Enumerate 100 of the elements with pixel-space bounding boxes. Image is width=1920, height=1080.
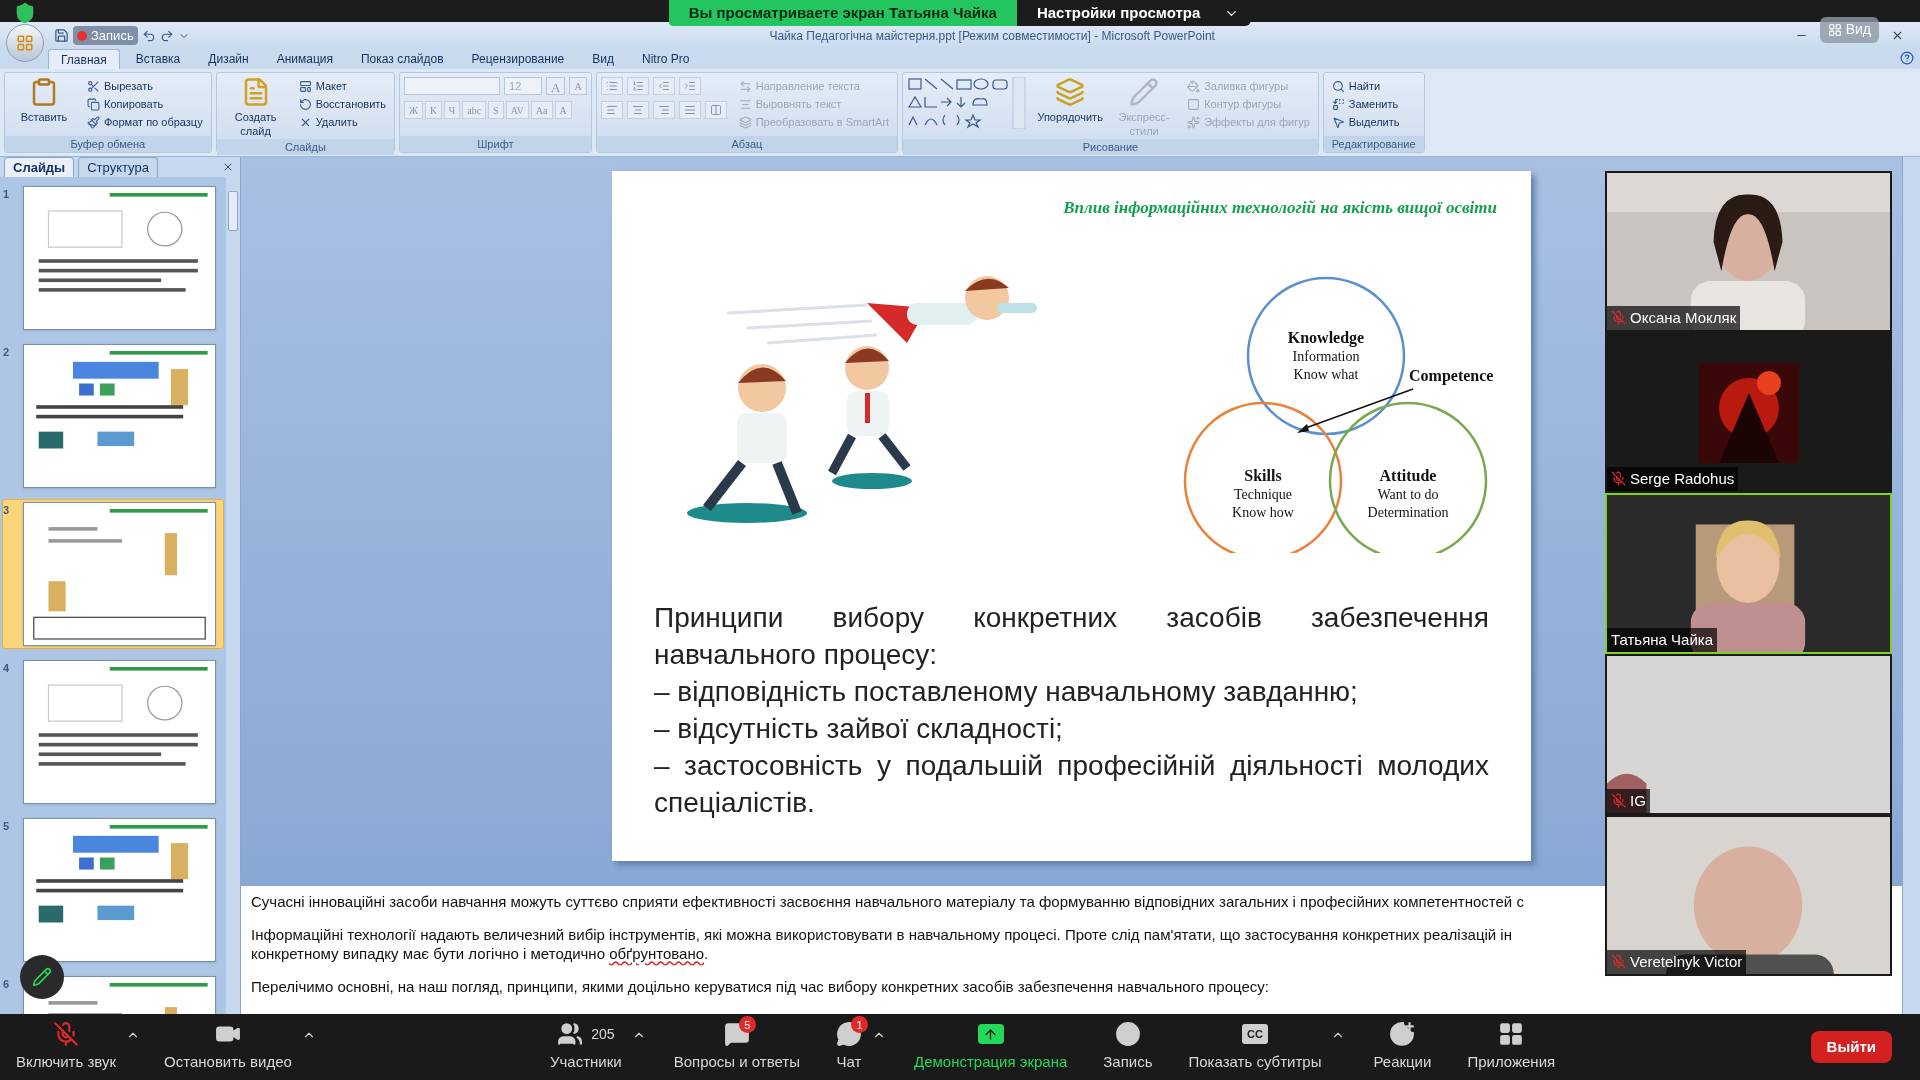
slide-bullet: – відсутність зайвої складності; <box>654 711 1064 746</box>
list-icon <box>657 80 670 92</box>
shapes-gallery-icon <box>907 77 1028 129</box>
toolbar-button[interactable]: Остановить видео <box>156 1020 300 1074</box>
ribbon-command[interactable]: Заменить <box>1327 95 1404 113</box>
slide-number: 5 <box>3 819 11 834</box>
ribbon-command[interactable]: Формат по образцу <box>83 113 207 131</box>
layout-icon <box>298 79 312 93</box>
participant-count: 205 <box>591 1024 615 1044</box>
align-button[interactable] <box>600 101 623 119</box>
effects-icon <box>1187 115 1201 129</box>
smartart-icon <box>738 115 752 129</box>
ribbon-command[interactable]: Удалить <box>294 113 391 131</box>
note-text: Сучасні інноваційні засоби навчання можуть суттєво сприяти ефективності засвоєння навчального матеріалу та формуванню відповідних загальних і професійних компетентностей с <box>251 892 1524 911</box>
help-icon[interactable] <box>1900 51 1914 65</box>
align-icon <box>683 104 696 116</box>
toolbar-button[interactable]: Запись <box>1095 1020 1161 1074</box>
leave-button[interactable]: Выйти <box>1810 1031 1892 1063</box>
list-icon <box>631 80 644 92</box>
scissors-icon <box>87 79 100 93</box>
ribbon-large-button[interactable]: Упорядочить <box>1035 77 1106 139</box>
ribbon-group-title: Слайды <box>216 138 395 155</box>
close-icon[interactable] <box>222 161 234 173</box>
ribbon-tab[interactable]: Nitro Pro <box>630 49 702 69</box>
align-button[interactable] <box>652 101 675 119</box>
slide-paragraph: Принципи вибору конкретних засобів забезпечення навчального процесу: <box>654 600 1489 672</box>
ribbon-tab[interactable]: Дизайн <box>196 49 261 69</box>
align-icon <box>657 104 670 116</box>
participant-name: IG <box>1630 790 1646 811</box>
panel-tab[interactable]: Структура <box>78 156 158 177</box>
ribbon-group-title: Рисование <box>903 138 1318 155</box>
ribbon-tab[interactable]: Анимация <box>264 49 345 69</box>
recording-indicator: Запись <box>73 25 138 46</box>
ribbon-tab[interactable]: Главная <box>48 49 120 69</box>
ribbon-command[interactable]: Выделить <box>1327 113 1404 131</box>
undo-icon[interactable] <box>141 28 156 43</box>
ribbon-command[interactable]: Вырезать <box>83 77 207 95</box>
align-button[interactable] <box>678 101 701 119</box>
align-button[interactable] <box>626 101 649 119</box>
panel-tab[interactable]: Слайды <box>4 156 75 177</box>
paragraph-format-button[interactable] <box>626 77 649 95</box>
pointer-icon <box>1331 115 1345 129</box>
paragraph-format-button[interactable] <box>678 77 701 95</box>
ribbon-command[interactable]: Макет <box>294 77 391 95</box>
ribbon-group-title: Редактирование <box>1323 135 1424 152</box>
grid-icon <box>1827 22 1842 37</box>
office-logo-icon <box>16 34 34 52</box>
toolbar-button[interactable]: CC Показать субтитры <box>1180 1020 1330 1074</box>
slide-bullet: – застосовність у подальшій професійній діяльності молодих спеціалістів. <box>654 748 1489 820</box>
sharing-banner: Вы просматриваете экран Татьяна Чайка <box>668 0 1017 26</box>
font-name-field[interactable] <box>404 77 501 95</box>
ribbon-command[interactable]: Найти <box>1327 77 1404 95</box>
ribbon-tab[interactable]: Вид <box>580 49 626 69</box>
toolbar-button[interactable]: Приложения <box>1459 1020 1564 1074</box>
ribbon-group-title: Шрифт <box>400 135 591 152</box>
participant-name: Татьяна Чайка <box>1611 629 1714 650</box>
participant-name: Serge Radohus <box>1630 468 1735 489</box>
apps-icon <box>1498 1021 1525 1048</box>
ribbon-group-title: Буфер обмена <box>5 135 211 152</box>
muted-mic-icon <box>53 1021 79 1048</box>
people-icon <box>557 1021 584 1048</box>
paragraph-format-button[interactable] <box>652 77 675 95</box>
toolbar-button[interactable]: Включить звук <box>8 1020 125 1074</box>
ribbon-large-button[interactable]: Вставить <box>9 77 79 131</box>
scrollbar[interactable] <box>226 177 240 1014</box>
replace-icon <box>1331 97 1345 111</box>
window-title: Чайка Педагогічна майстерня.ppt [Режим совместимости] - Microsoft PowerPoint <box>769 27 1215 45</box>
participant-name: Veretelnyk Victor <box>1630 951 1743 972</box>
ribbon-tab[interactable]: Вставка <box>123 49 193 69</box>
close-icon[interactable] <box>1891 29 1904 42</box>
copy-icon <box>87 97 100 111</box>
ribbon-command[interactable]: Восстановить <box>294 95 391 113</box>
fill-icon <box>1187 79 1201 93</box>
venn-label: Competence <box>1409 366 1494 384</box>
save-icon[interactable] <box>54 28 69 43</box>
slide-number: 1 <box>3 187 11 202</box>
ribbon-large-button[interactable]: Создать слайд <box>220 77 291 139</box>
styles-icon <box>1129 77 1160 107</box>
toolbar-button[interactable]: Реакции <box>1365 1020 1440 1074</box>
slide-title: Вплив інформаційних технологій на якість вищої освіти <box>1063 197 1497 219</box>
list-icon <box>683 80 696 92</box>
note-text: Перелічимо основні, на наш погляд, принципи, якими доцільно керуватися під час вибору конкретних засобів забезпечення навчального процесу: <box>251 977 1269 996</box>
toolbar-button[interactable]: Демонстрация экрана <box>906 1020 1076 1074</box>
slide-number: 4 <box>3 661 11 676</box>
arrange-icon <box>1055 77 1086 107</box>
ribbon-command[interactable]: Копировать <box>83 95 207 113</box>
ribbon-group-title: Абзац <box>596 135 898 152</box>
note-text: конкретному випадку має бути логічно і методично обґрунтовано. <box>251 944 709 963</box>
smiley-icon <box>1389 1021 1416 1048</box>
participant-name: Оксана Мокляк <box>1630 307 1737 328</box>
office-button[interactable] <box>6 24 44 62</box>
redo-icon[interactable] <box>159 28 174 43</box>
ribbon-tab[interactable]: Показ слайдов <box>349 49 456 69</box>
captions-icon: CC <box>1241 1024 1268 1045</box>
toolbar-button[interactable]: 205 Участники <box>542 1020 630 1074</box>
ribbon-tab[interactable]: Рецензирование <box>459 49 577 69</box>
align-button[interactable] <box>704 101 727 119</box>
paragraph-format-button[interactable] <box>600 77 623 95</box>
slide-thumbnail[interactable]: 3 <box>2 499 224 649</box>
list-icon <box>605 80 618 92</box>
